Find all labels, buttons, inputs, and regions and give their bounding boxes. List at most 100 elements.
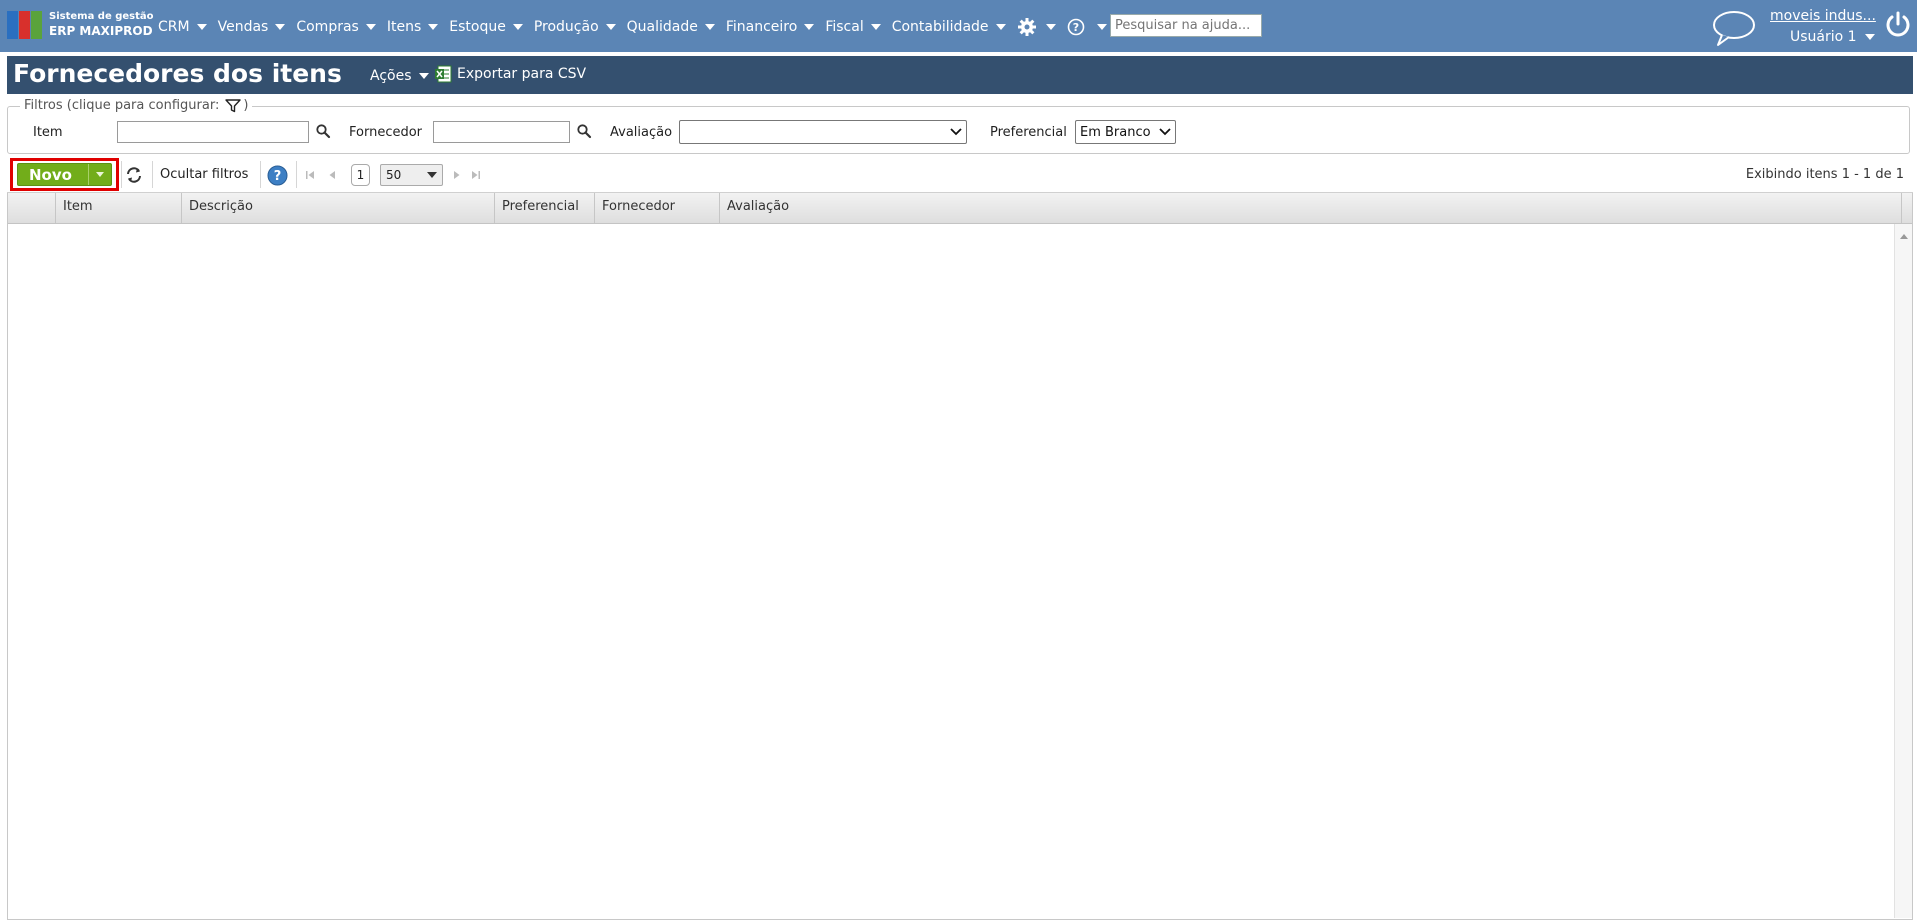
logo-blue-block: [7, 11, 18, 39]
company-link[interactable]: moveis indus...: [1770, 8, 1876, 24]
filters-legend-label: Filtros (clique para configurar:: [24, 98, 220, 113]
actions-menu[interactable]: Ações: [370, 68, 429, 84]
chat-bubble-icon[interactable]: [1711, 8, 1757, 48]
new-button[interactable]: Novo: [17, 163, 112, 186]
column-header-preferred[interactable]: Preferencial: [495, 193, 595, 223]
caret-down-icon: [418, 73, 429, 79]
brand-subtitle: Sistema de gestão: [49, 11, 154, 22]
search-icon[interactable]: [576, 123, 592, 139]
column-header-item[interactable]: Item: [56, 193, 182, 223]
erp-logo[interactable]: [7, 11, 43, 39]
user-menu[interactable]: Usuário 1: [1790, 29, 1875, 45]
caret-down-icon: [512, 24, 523, 30]
actions-label: Ações: [370, 68, 412, 84]
question-icon: ?: [1067, 18, 1084, 36]
caret-down-icon: [1096, 24, 1107, 30]
chevron-down-icon: [1159, 128, 1171, 136]
column-header-select[interactable]: [8, 193, 56, 223]
supplier-filter-label: Fornecedor: [349, 125, 423, 140]
excel-icon: [435, 65, 452, 83]
menu-qualidade[interactable]: Qualidade: [627, 19, 715, 35]
menu-financeiro[interactable]: Financeiro: [725, 19, 815, 35]
menu-label: Contabilidade: [891, 19, 989, 35]
caret-down-icon: [427, 172, 437, 178]
scroll-up-arrow-icon[interactable]: [1900, 234, 1908, 239]
menu-producao[interactable]: Produção: [534, 19, 616, 35]
gear-icon: [1017, 18, 1036, 36]
vertical-scrollbar[interactable]: [1894, 224, 1912, 918]
column-header-rating[interactable]: Avaliação: [720, 193, 1902, 223]
menu-label: Financeiro: [725, 19, 798, 35]
grid-body: [8, 224, 1912, 918]
search-icon[interactable]: [315, 123, 331, 139]
menu-compras[interactable]: Compras: [296, 19, 376, 35]
svg-text:?: ?: [274, 169, 282, 184]
help-icon[interactable]: ?: [267, 165, 288, 186]
rating-filter-select[interactable]: [679, 120, 967, 144]
export-label: Exportar para CSV: [457, 66, 587, 82]
current-page-input[interactable]: 1: [351, 164, 370, 186]
first-page-icon[interactable]: [304, 169, 316, 181]
menu-vendas[interactable]: Vendas: [218, 19, 286, 35]
svg-text:?: ?: [1072, 21, 1078, 34]
caret-down-icon: [428, 24, 439, 30]
menu-contabilidade[interactable]: Contabilidade: [892, 19, 1006, 35]
grid-header: Item Descrição Preferencial Fornecedor A…: [8, 193, 1912, 224]
menu-label: Fiscal: [825, 19, 864, 35]
menu-label: CRM: [158, 19, 190, 35]
column-header-description[interactable]: Descrição: [182, 193, 495, 223]
caret-down-icon: [96, 172, 104, 177]
filters-panel: Filtros (clique para configurar: ) Item …: [7, 98, 1910, 154]
page-size-value: 50: [386, 168, 402, 182]
hide-filters-button[interactable]: Ocultar filtros: [160, 167, 248, 182]
main-menu: CRM Vendas Compras Itens Estoque Produçã…: [158, 17, 1118, 37]
chevron-down-icon: [950, 128, 962, 136]
filters-legend[interactable]: Filtros (clique para configurar: ): [20, 98, 253, 113]
caret-down-icon: [605, 24, 616, 30]
page-size-select[interactable]: 50: [380, 164, 443, 186]
menu-label: Vendas: [217, 19, 269, 35]
supplier-filter-input[interactable]: [433, 121, 570, 143]
caret-down-icon: [804, 24, 815, 30]
caret-down-icon: [275, 24, 286, 30]
caret-down-icon: [870, 24, 881, 30]
refresh-icon[interactable]: [124, 165, 144, 185]
menu-crm[interactable]: CRM: [158, 19, 207, 35]
next-page-icon[interactable]: [451, 169, 463, 181]
caret-down-icon: [704, 24, 715, 30]
menu-estoque[interactable]: Estoque: [449, 19, 523, 35]
item-filter-input[interactable]: [117, 121, 309, 143]
caret-down-icon: [995, 24, 1006, 30]
menu-itens[interactable]: Itens: [387, 19, 439, 35]
menu-settings[interactable]: [1017, 17, 1056, 37]
top-navigation-bar: Sistema de gestão ERP MAXIPROD CRM Venda…: [0, 0, 1917, 52]
menu-label: Compras: [296, 19, 359, 35]
export-csv-button[interactable]: Exportar para CSV: [434, 65, 586, 83]
item-filter-label: Item: [33, 125, 63, 140]
toolbar-divider: [121, 161, 122, 188]
filters-legend-close: ): [243, 98, 249, 113]
caret-down-icon: [1864, 34, 1875, 40]
toolbar-divider: [296, 161, 297, 188]
brand-name: ERP MAXIPROD: [49, 24, 153, 38]
data-grid: Item Descrição Preferencial Fornecedor A…: [7, 193, 1913, 920]
toolbar-divider: [260, 161, 261, 188]
new-dropdown-toggle[interactable]: [88, 164, 111, 185]
preferred-filter-select[interactable]: Em Branco: [1075, 120, 1176, 144]
caret-down-icon: [365, 24, 376, 30]
column-header-supplier[interactable]: Fornecedor: [595, 193, 720, 223]
menu-help[interactable]: ?: [1067, 18, 1107, 36]
help-search-input[interactable]: [1110, 14, 1262, 37]
preferred-filter-label: Preferencial: [990, 125, 1067, 140]
rating-filter-label: Avaliação: [610, 125, 673, 140]
previous-page-icon[interactable]: [326, 169, 338, 181]
menu-fiscal[interactable]: Fiscal: [825, 19, 881, 35]
new-button-label: Novo: [29, 165, 72, 184]
grid-toolbar: Novo Ocultar filtros ? 1 50 Exibindo ite…: [7, 158, 1913, 193]
last-page-icon[interactable]: [470, 169, 482, 181]
power-icon[interactable]: [1883, 10, 1913, 40]
toolbar-divider: [152, 161, 153, 188]
user-name: Usuário 1: [1790, 29, 1857, 45]
menu-label: Estoque: [449, 19, 506, 35]
page-title: Fornecedores dos itens: [13, 59, 342, 88]
